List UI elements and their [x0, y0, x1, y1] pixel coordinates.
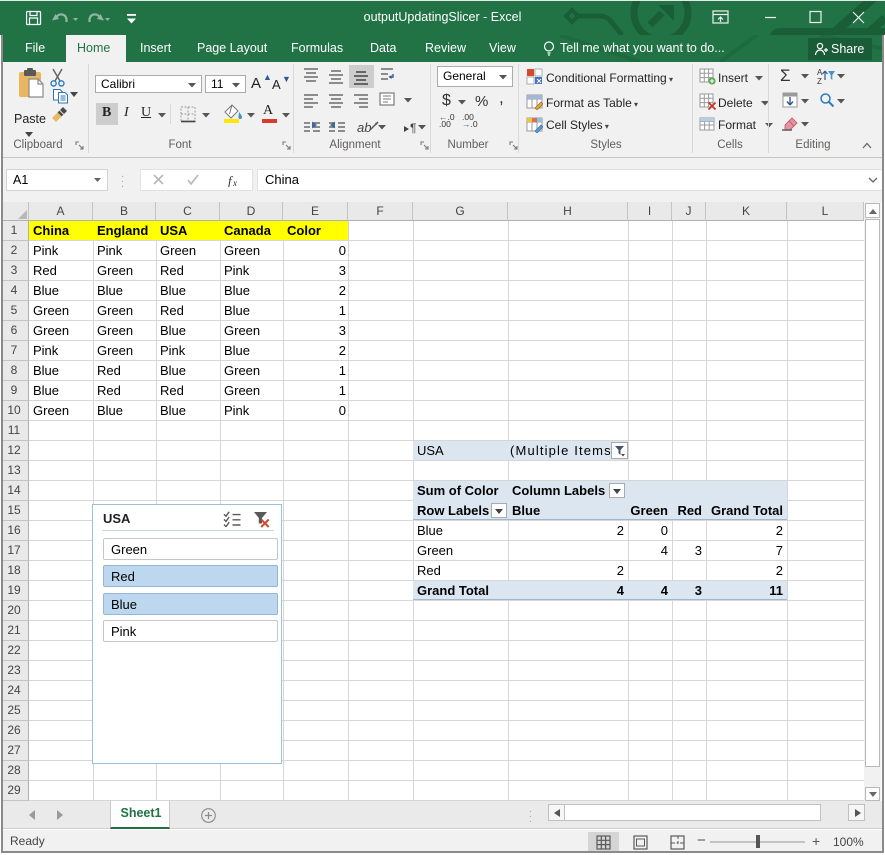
svg-text:Z: Z	[817, 77, 822, 85]
svg-text:¶: ¶	[410, 121, 416, 135]
svg-text:ab: ab	[357, 120, 371, 135]
svg-text:A: A	[817, 68, 823, 77]
svg-text:x: x	[232, 178, 237, 187]
